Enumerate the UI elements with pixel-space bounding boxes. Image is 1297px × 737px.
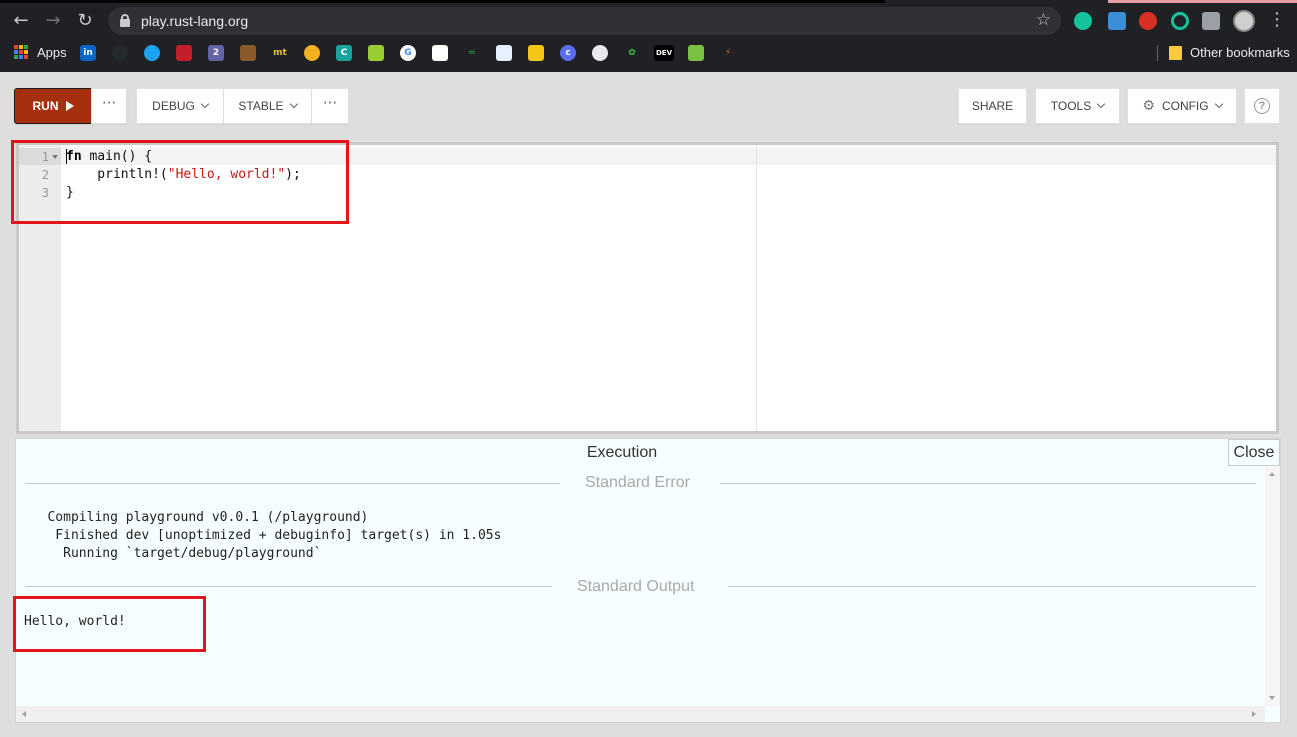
run-label: RUN — [32, 99, 59, 113]
calendar-icon[interactable]: 2 — [208, 45, 224, 61]
help-button[interactable]: ? — [1244, 88, 1280, 124]
dev-icon[interactable]: DEV — [654, 45, 674, 61]
scroll-left-icon[interactable] — [22, 711, 26, 717]
emoji-icon[interactable] — [304, 45, 320, 61]
config-dropdown[interactable]: ⚙ CONFIG — [1127, 88, 1237, 124]
help-icon: ? — [1254, 98, 1270, 114]
run-more-button[interactable]: ··· — [91, 88, 127, 124]
browser-menu-icon[interactable]: ⋮ — [1268, 9, 1286, 30]
stderr-line: Compiling playground v0.0.1 (/playground… — [24, 510, 369, 525]
close-output-button[interactable]: Close — [1228, 439, 1280, 466]
folder-icon — [1169, 46, 1182, 60]
chevron-down-icon — [289, 99, 298, 109]
c-circle-icon[interactable]: c — [560, 45, 576, 61]
tab-strip-accent — [1108, 0, 1297, 3]
vertical-scrollbar[interactable] — [1265, 467, 1280, 706]
share-button[interactable]: SHARE — [958, 88, 1027, 124]
photo-icon[interactable] — [496, 45, 512, 61]
stderr-line: Running `target/debug/playground` — [24, 546, 322, 561]
linkedin-icon[interactable]: in — [80, 45, 96, 61]
apps-grid-icon[interactable] — [14, 45, 28, 59]
run-button[interactable]: RUN — [14, 88, 92, 124]
browser-toolbar: ← → ↻ play.rust-lang.org ☆ ⋮ Apps in 2 m… — [0, 0, 1297, 72]
lock-icon — [120, 14, 130, 27]
bookmark-separator — [1157, 45, 1158, 61]
github-icon[interactable] — [112, 45, 128, 61]
print-margin — [756, 145, 757, 431]
chevron-down-icon — [1096, 99, 1106, 109]
gfg-icon[interactable]: ∞ — [464, 45, 480, 61]
output-title: Execution — [586, 444, 658, 461]
google-icon[interactable]: G — [400, 45, 416, 61]
address-bar[interactable]: play.rust-lang.org ☆ — [108, 7, 1061, 35]
trello-icon[interactable] — [432, 45, 448, 61]
book-icon[interactable] — [368, 45, 384, 61]
mt-icon[interactable]: mt — [272, 45, 288, 61]
reload-icon[interactable]: ↻ — [74, 10, 96, 32]
stable-label: STABLE — [238, 99, 284, 113]
debug-dropdown[interactable]: DEBUG — [136, 88, 224, 124]
apps-label[interactable]: Apps — [37, 45, 67, 60]
horizontal-scrollbar[interactable] — [16, 706, 1265, 722]
cube-icon[interactable] — [688, 45, 704, 61]
play-icon — [65, 101, 74, 111]
execution-output-panel: Execution Close Standard Error Compiling… — [15, 438, 1281, 723]
output-highlight-box — [13, 596, 206, 652]
stdout-label: Standard Output — [577, 578, 695, 595]
stable-dropdown[interactable]: STABLE — [223, 88, 312, 124]
tools-label: TOOLS — [1050, 99, 1092, 113]
bookmark-star-icon[interactable]: ☆ — [1036, 10, 1051, 30]
config-label: CONFIG — [1161, 99, 1209, 113]
tools-dropdown[interactable]: TOOLS — [1035, 88, 1120, 124]
forward-icon[interactable]: → — [42, 10, 64, 32]
gear-icon: ⚙ — [1142, 98, 1155, 114]
tampermonkey-icon[interactable] — [240, 45, 256, 61]
pdf-extension-icon[interactable] — [1139, 12, 1157, 30]
more-icon: ··· — [101, 94, 117, 112]
refresh-extension-icon[interactable] — [1171, 12, 1189, 30]
scroll-right-icon[interactable] — [1252, 711, 1256, 717]
grammarly-icon[interactable] — [1074, 12, 1092, 30]
tab-strip — [0, 0, 885, 3]
channel-more-button[interactable]: ··· — [311, 88, 349, 124]
twitter-icon[interactable] — [144, 45, 160, 61]
c-icon[interactable]: C — [336, 45, 352, 61]
profile-avatar[interactable] — [1233, 10, 1255, 32]
share-label: SHARE — [971, 99, 1014, 113]
lock-icon[interactable] — [528, 45, 544, 61]
stderr-label: Standard Error — [585, 474, 690, 491]
more-icon: ··· — [322, 94, 338, 112]
hackerrank-icon[interactable]: ⚡ — [720, 45, 736, 61]
stdout-divider-left — [25, 586, 552, 587]
chevron-down-icon — [1214, 99, 1223, 109]
stderr-divider-left — [25, 483, 560, 484]
codepen-icon[interactable] — [176, 45, 192, 61]
chevron-down-icon — [200, 99, 210, 109]
leaf-icon[interactable]: ✿ — [624, 45, 640, 61]
extensions-puzzle-icon[interactable] — [1202, 12, 1220, 30]
pen-extension-icon[interactable] — [1108, 12, 1126, 30]
code-highlight-box — [11, 140, 349, 224]
globe-icon[interactable] — [592, 45, 608, 61]
scroll-down-icon[interactable] — [1269, 696, 1275, 700]
url-text: play.rust-lang.org — [141, 13, 249, 29]
debug-label: DEBUG — [152, 99, 195, 113]
stderr-line: Finished dev [unoptimized + debuginfo] t… — [24, 528, 502, 543]
scroll-up-icon[interactable] — [1269, 472, 1275, 476]
back-icon[interactable]: ← — [10, 10, 32, 32]
stderr-divider-right — [720, 483, 1256, 484]
stdout-divider-right — [728, 586, 1256, 587]
other-bookmarks[interactable]: Other bookmarks — [1190, 45, 1290, 60]
